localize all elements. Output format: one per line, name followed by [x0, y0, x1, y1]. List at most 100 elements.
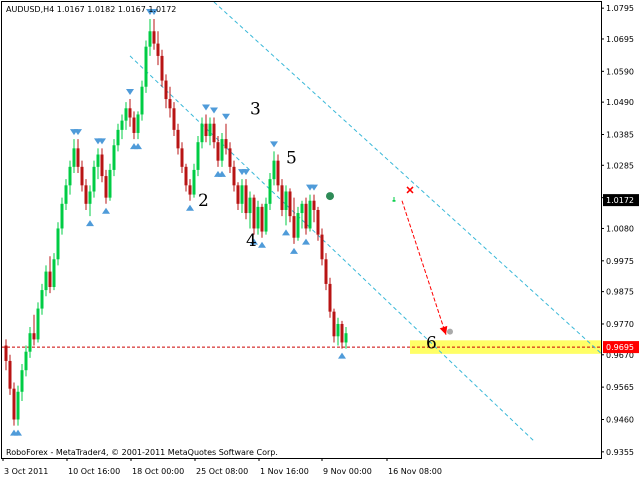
y-tick-label: 0.9770	[606, 320, 634, 329]
candle-body	[212, 123, 216, 143]
candle-body	[100, 154, 104, 177]
candle-body	[128, 108, 132, 118]
chart-header: AUDUSD,H4 1.0167 1.0182 1.0167 1.0172	[6, 5, 176, 14]
candle-body	[260, 206, 264, 232]
candle-body	[320, 234, 324, 260]
candle-body	[196, 142, 200, 170]
position-marker-icon	[447, 328, 453, 335]
candle-body	[32, 333, 36, 340]
wave-label: 5	[286, 149, 297, 169]
candle-body	[20, 370, 24, 392]
y-tick-label: 1.0590	[606, 67, 634, 76]
candle-body	[280, 185, 284, 210]
candle-body	[72, 148, 76, 167]
candle-body	[228, 148, 232, 167]
candle-body	[84, 185, 88, 204]
candle-body	[288, 191, 292, 217]
candle-body	[180, 148, 184, 167]
candle-body	[4, 345, 8, 361]
candle-body	[204, 123, 208, 137]
candle-body	[88, 191, 92, 204]
candle-body	[200, 123, 204, 143]
candle-body	[252, 197, 256, 229]
candle-body	[48, 271, 52, 287]
candle-body	[312, 200, 316, 210]
candle-body	[164, 80, 168, 100]
candle-body	[64, 185, 68, 204]
candle-body	[300, 203, 304, 214]
candle-body	[168, 99, 172, 109]
candle-body	[8, 360, 12, 389]
candle-body	[148, 31, 152, 47]
candle-body	[344, 333, 348, 343]
x-tick-label: 1 Nov 16:00	[260, 467, 309, 476]
wave-label: 4	[246, 231, 257, 251]
candle-body	[248, 197, 252, 214]
candle-body	[80, 166, 84, 186]
candle-body	[308, 200, 312, 229]
chart-background	[0, 0, 640, 480]
y-tick-label: 0.9875	[606, 288, 634, 297]
x-tick-label: 16 Nov 08:00	[388, 467, 442, 476]
y-tick-label: 0.9355	[606, 448, 634, 457]
candle	[12, 382, 16, 426]
candle-body	[236, 185, 240, 204]
candle-body	[296, 213, 300, 238]
candle-body	[268, 179, 272, 204]
candle-body	[304, 203, 308, 229]
candle-body	[256, 206, 260, 229]
candle-body	[112, 145, 116, 170]
candle-body	[244, 185, 248, 214]
candle-body	[208, 123, 212, 137]
y-tick-label: 0.9460	[606, 415, 634, 424]
x-tick-label: 18 Oct 00:00	[132, 467, 184, 476]
candle-body	[28, 333, 32, 352]
y-tick-label: 0.9565	[606, 383, 634, 392]
candle-body	[156, 43, 160, 56]
candle-body	[188, 185, 192, 195]
candle-body	[184, 166, 188, 186]
y-tick-label: 1.0490	[606, 98, 634, 107]
candle-body	[192, 169, 196, 195]
candle-body	[240, 185, 244, 204]
candle	[56, 222, 60, 266]
candle-body	[172, 108, 176, 130]
wave-label: 6	[426, 333, 437, 353]
candle-body	[44, 271, 48, 291]
candle-body	[40, 290, 44, 309]
y-tick-label: 1.0695	[606, 35, 634, 44]
candle-body	[12, 388, 16, 420]
candle-body	[332, 311, 336, 337]
x-tick-label: 10 Oct 16:00	[68, 467, 120, 476]
x-tick-label: 3 Oct 2011	[4, 467, 48, 476]
candle-body	[336, 323, 340, 337]
y-tick-label: 1.0795	[606, 4, 634, 13]
candle-body	[16, 391, 20, 420]
price-chart: 2 3 4 5 6 1.0795 1.0695 1.0590 1.0490 1.0385 1.02…	[0, 0, 640, 480]
candle-body	[276, 160, 280, 186]
y-tick-label: 1.0285	[606, 161, 634, 170]
candle-body	[292, 216, 296, 238]
candle-body	[324, 259, 328, 284]
candle-body	[120, 120, 124, 130]
candle-body	[176, 129, 180, 149]
candle-body	[340, 323, 344, 343]
candle-body	[60, 203, 64, 229]
x-tick-label: 9 Nov 00:00	[323, 467, 372, 476]
candle-body	[36, 308, 40, 340]
candle-body	[68, 166, 72, 186]
candle-body	[104, 176, 108, 198]
candle-body	[124, 108, 128, 121]
wave-label: 3	[250, 99, 261, 119]
chart-window: 2 3 4 5 6 1.0795 1.0695 1.0590 1.0490 1.0385 1.02…	[0, 0, 640, 480]
candle-body	[328, 283, 332, 312]
candle-body	[232, 166, 236, 186]
candle-body	[144, 46, 148, 87]
candle-body	[24, 351, 28, 371]
candle-body	[108, 169, 112, 198]
candle-body	[284, 191, 288, 210]
candle-body	[116, 129, 120, 146]
candle-body	[160, 55, 164, 81]
candle-body	[132, 117, 136, 133]
candle-body	[76, 148, 80, 167]
